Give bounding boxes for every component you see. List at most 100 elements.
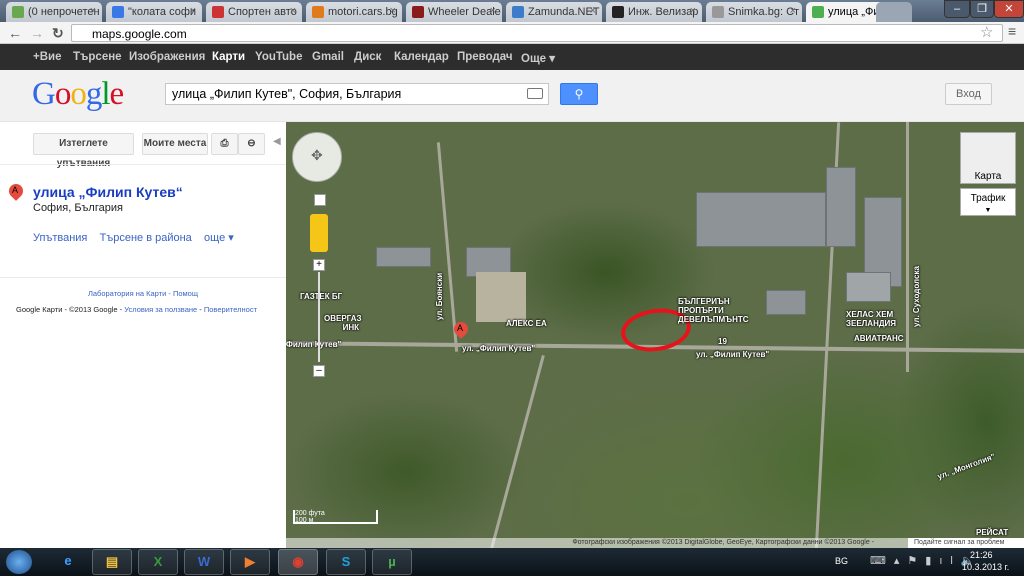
bookmark-star-icon[interactable]: ☆ bbox=[980, 23, 993, 41]
place-subtitle: София, България bbox=[33, 202, 123, 214]
media-player-icon[interactable]: ▶ bbox=[230, 549, 270, 575]
gbar-item[interactable]: Изображения bbox=[129, 51, 205, 63]
close-tab-icon[interactable]: × bbox=[290, 5, 296, 17]
zoom-in-button[interactable]: + bbox=[313, 259, 325, 271]
map-label[interactable]: Филип Кутев" bbox=[286, 340, 341, 349]
terms-link[interactable]: Условия за ползване bbox=[124, 305, 197, 314]
more-link[interactable]: още ▾ bbox=[204, 232, 234, 244]
link-icon: ⊖ bbox=[247, 138, 256, 149]
parking-lot bbox=[476, 272, 526, 322]
gbar-item-active[interactable]: Карти bbox=[212, 51, 245, 63]
new-tab-button[interactable] bbox=[876, 2, 912, 22]
map-label[interactable]: БЪЛГЕРИЪН ПРОПЪРТИ ДЕВЕЛЪПМЪНТС bbox=[678, 297, 749, 324]
report-problem-link[interactable]: Подайте сигнал за проблем bbox=[908, 538, 1024, 548]
google-logo[interactable]: Google bbox=[32, 76, 124, 113]
tab-favicon-icon bbox=[812, 6, 824, 18]
satellite-map[interactable]: A ГАЗТЕК БГ ОВЕРГАЗ ИНК АЛЕКС ЕА БЪЛГЕРИ… bbox=[286, 122, 1024, 548]
browser-tab[interactable]: motori.cars.bg × bbox=[306, 2, 402, 22]
left-panel: Изтеглете упътвания Моите места ⎙ ⊖ ◀ A … bbox=[0, 122, 286, 548]
map-label[interactable]: ГАЗТЕК БГ bbox=[300, 292, 342, 301]
back-icon[interactable]: ← bbox=[8, 25, 22, 41]
skype-icon[interactable]: S bbox=[326, 549, 366, 575]
maximize-button[interactable]: ❐ bbox=[970, 0, 994, 18]
close-tab-icon[interactable]: × bbox=[790, 5, 796, 17]
zoom-home-icon[interactable] bbox=[314, 194, 326, 206]
explorer-icon[interactable]: ▤ bbox=[92, 549, 132, 575]
taskbar: e ▤ X W ▶ ◉ S µ BG ⌨▴⚑▮ıl🔈 21:26 10.3.20… bbox=[0, 548, 1024, 576]
map-label[interactable]: АЛЕКС ЕА bbox=[506, 319, 547, 328]
close-tab-icon[interactable]: × bbox=[690, 5, 696, 17]
url-input[interactable]: maps.google.com bbox=[71, 24, 1003, 42]
chrome-icon[interactable]: ◉ bbox=[278, 549, 318, 575]
directions-button[interactable]: Изтеглете упътвания bbox=[33, 133, 134, 169]
close-tab-icon[interactable]: × bbox=[90, 5, 96, 17]
map-label[interactable]: ул. „Филип Кутев" bbox=[696, 350, 769, 359]
my-places-button[interactable]: Моите места bbox=[142, 133, 208, 155]
browser-tab[interactable]: Спортен авто × bbox=[206, 2, 302, 22]
close-window-button[interactable]: ✕ bbox=[994, 0, 1024, 18]
language-indicator[interactable]: BG bbox=[835, 556, 848, 566]
labs-link[interactable]: Лаборатория на Карти bbox=[88, 289, 166, 298]
help-link[interactable]: Помощ bbox=[173, 289, 198, 298]
map-label[interactable]: АВИАТРАНС bbox=[854, 334, 904, 343]
map-type-map-button[interactable]: Карта bbox=[960, 132, 1016, 184]
gbar-item[interactable]: Преводач bbox=[457, 51, 513, 63]
tab-favicon-icon bbox=[12, 6, 24, 18]
browser-tab[interactable]: "колата софи × bbox=[106, 2, 202, 22]
keyboard-icon[interactable] bbox=[527, 88, 543, 99]
close-tab-icon[interactable]: × bbox=[390, 5, 396, 17]
zoom-out-button[interactable]: – bbox=[313, 365, 325, 377]
link-button[interactable]: ⊖ bbox=[238, 133, 265, 155]
map-label[interactable]: РЕЙСАТ bbox=[976, 528, 1008, 537]
clock-date[interactable]: 10.3.2013 г. bbox=[962, 562, 1009, 572]
map-label[interactable]: ул. „Монголия" bbox=[936, 452, 996, 481]
utorrent-icon[interactable]: µ bbox=[372, 549, 412, 575]
browser-tab[interactable]: Snimka.bg: Ст × bbox=[706, 2, 802, 22]
privacy-link[interactable]: Поверителност bbox=[204, 305, 257, 314]
clock-time[interactable]: 21:26 bbox=[970, 550, 993, 560]
directions-link[interactable]: Упътвания bbox=[33, 232, 87, 244]
road bbox=[436, 142, 459, 352]
search-button[interactable]: ⚲ bbox=[560, 83, 598, 105]
browser-tab[interactable]: (0 непрочетен × bbox=[6, 2, 102, 22]
search-input[interactable]: улица „Филип Кутев", София, България bbox=[165, 83, 549, 105]
browser-tab[interactable]: Wheeler Deale × bbox=[406, 2, 502, 22]
word-icon[interactable]: W bbox=[184, 549, 224, 575]
gbar-item[interactable]: Диск bbox=[354, 51, 381, 63]
reload-icon[interactable]: ↻ bbox=[52, 25, 64, 42]
excel-icon[interactable]: X bbox=[138, 549, 178, 575]
traffic-button[interactable]: Трафик ▼ bbox=[960, 188, 1016, 216]
start-button[interactable] bbox=[6, 550, 32, 574]
place-title[interactable]: улица „Филип Кутев“ bbox=[33, 184, 183, 200]
gbar-item[interactable]: +Вие bbox=[33, 51, 62, 63]
ie-icon[interactable]: e bbox=[48, 549, 88, 575]
close-tab-icon[interactable]: × bbox=[490, 5, 496, 17]
building bbox=[766, 290, 806, 315]
login-button[interactable]: Вход bbox=[945, 83, 992, 105]
zoom-slider[interactable] bbox=[318, 272, 320, 362]
map-label[interactable]: ул. Суходолска bbox=[912, 266, 921, 327]
forward-icon[interactable]: → bbox=[30, 25, 44, 41]
close-tab-icon[interactable]: × bbox=[190, 5, 196, 17]
gbar-item[interactable]: Още ▾ bbox=[521, 51, 555, 65]
tab-favicon-icon bbox=[512, 6, 524, 18]
gbar-item[interactable]: YouTube bbox=[255, 51, 302, 63]
print-button[interactable]: ⎙ bbox=[211, 133, 238, 155]
browser-tab[interactable]: Zamunda.NET × bbox=[506, 2, 602, 22]
map-label[interactable]: ОВЕРГАЗ ИНК bbox=[324, 314, 362, 332]
pan-control[interactable]: ✥ bbox=[292, 132, 342, 182]
menu-icon[interactable]: ≡ bbox=[1008, 23, 1016, 39]
gbar-item[interactable]: Календар bbox=[394, 51, 449, 63]
close-tab-icon[interactable]: × bbox=[590, 5, 596, 17]
map-label[interactable]: ул. Боянски bbox=[435, 273, 444, 320]
collapse-panel-icon[interactable]: ◀ bbox=[273, 136, 281, 147]
map-label[interactable]: ул. „Филип Кутев" bbox=[462, 344, 535, 353]
gbar-item[interactable]: Търсене bbox=[73, 51, 122, 63]
minimize-button[interactable]: – bbox=[944, 0, 970, 18]
browser-tab[interactable]: Инж. Велизар × bbox=[606, 2, 702, 22]
map-label[interactable]: ХЕЛАС ХЕМ ЗЕЕЛАНДИЯ bbox=[846, 310, 916, 328]
search-nearby-link[interactable]: Търсене в района bbox=[100, 232, 192, 244]
tab-favicon-icon bbox=[212, 6, 224, 18]
gbar-item[interactable]: Gmail bbox=[312, 51, 344, 63]
pegman-icon[interactable] bbox=[310, 214, 328, 252]
